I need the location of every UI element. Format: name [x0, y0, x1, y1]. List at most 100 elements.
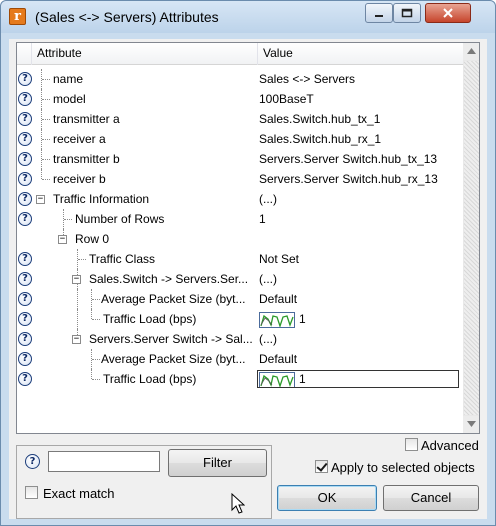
attribute-name: Traffic Load (bps)	[103, 372, 197, 386]
attribute-grid: Attribute Value ? name Sales <-> Servers…	[16, 42, 480, 434]
grid-header: Attribute Value	[17, 43, 463, 65]
scroll-down-button[interactable]	[463, 416, 479, 433]
collapse-icon[interactable]: −	[72, 335, 81, 344]
traffic-load-sparkline[interactable]	[259, 311, 295, 328]
attribute-value[interactable]: Servers.Server Switch.hub_tx_13	[259, 149, 463, 169]
mouse-cursor-icon	[231, 493, 245, 514]
attribute-value[interactable]: (...)	[259, 189, 463, 209]
attribute-value[interactable]: Default	[259, 289, 463, 309]
attribute-name: transmitter b	[53, 152, 120, 166]
attribute-row[interactable]: ? Traffic Load (bps) 1	[17, 369, 463, 389]
advanced-label[interactable]: Advanced	[421, 438, 479, 453]
arrow-up-icon	[467, 48, 476, 54]
arrow-down-icon	[467, 421, 476, 427]
attribute-name: Servers.Server Switch -> Sal...	[89, 332, 253, 346]
help-icon[interactable]: ?	[18, 372, 32, 386]
filter-input[interactable]	[48, 451, 160, 472]
close-button[interactable]	[425, 3, 471, 23]
filter-button[interactable]: Filter	[168, 449, 267, 477]
apply-to-selected-checkbox[interactable]	[315, 460, 328, 473]
attribute-name: receiver b	[53, 172, 106, 186]
help-icon[interactable]: ?	[25, 454, 40, 469]
title-bar[interactable]: r (Sales <-> Servers) Attributes	[1, 1, 495, 33]
attribute-name: Row 0	[75, 232, 110, 246]
attribute-row[interactable]: ? transmitter b Servers.Server Switch.hu…	[17, 149, 463, 169]
attribute-value[interactable]: (...)	[259, 329, 463, 349]
attribute-name: transmitter a	[53, 112, 120, 126]
help-icon[interactable]: ?	[18, 152, 32, 166]
help-icon[interactable]: ?	[18, 272, 32, 286]
scroll-up-button[interactable]	[463, 43, 479, 60]
attribute-value[interactable]: Sales <-> Servers	[259, 69, 463, 89]
vertical-scrollbar[interactable]	[463, 43, 479, 433]
help-icon[interactable]: ?	[18, 192, 32, 206]
attribute-row[interactable]: ? receiver b Servers.Server Switch.hub_r…	[17, 169, 463, 189]
help-icon[interactable]: ?	[18, 352, 32, 366]
exact-match-checkbox[interactable]	[25, 486, 38, 499]
minimize-button[interactable]	[365, 3, 393, 23]
help-icon[interactable]: ?	[18, 112, 32, 126]
maximize-icon	[401, 8, 413, 18]
help-icon[interactable]: ?	[18, 332, 32, 346]
attribute-name: Average Packet Size (byt...	[101, 352, 246, 366]
attribute-row[interactable]: ? transmitter a Sales.Switch.hub_tx_1	[17, 109, 463, 129]
exact-match-label[interactable]: Exact match	[43, 486, 115, 501]
help-icon[interactable]: ?	[18, 212, 32, 226]
attribute-row[interactable]: ? − Sales.Switch -> Servers.Ser... (...)	[17, 269, 463, 289]
attribute-name: name	[53, 72, 84, 86]
cancel-button[interactable]: Cancel	[383, 485, 479, 511]
attribute-value[interactable]: 100BaseT	[259, 89, 463, 109]
traffic-load-value: 1	[299, 372, 306, 386]
attribute-column-header[interactable]: Attribute	[31, 43, 258, 65]
attribute-value[interactable]: Default	[259, 349, 463, 369]
attribute-name: model	[53, 92, 86, 106]
attribute-row[interactable]: ? Number of Rows 1	[17, 209, 463, 229]
collapse-icon[interactable]: −	[58, 235, 67, 244]
attribute-value[interactable]: 1	[259, 309, 463, 329]
attribute-value-editor[interactable]: 1	[257, 370, 459, 388]
attribute-row[interactable]: − Row 0	[17, 229, 463, 249]
value-column-header[interactable]: Value	[258, 43, 463, 65]
help-icon[interactable]: ?	[18, 72, 32, 86]
scrollbar-track[interactable]	[464, 61, 479, 415]
collapse-icon[interactable]: −	[72, 275, 81, 284]
attribute-row[interactable]: ? Traffic Class Not Set	[17, 249, 463, 269]
collapse-icon[interactable]: −	[36, 195, 45, 204]
app-icon: r	[9, 8, 26, 25]
apply-to-selected-label[interactable]: Apply to selected objects	[331, 460, 475, 475]
attribute-name: Traffic Class	[89, 252, 156, 266]
help-icon[interactable]: ?	[18, 312, 32, 326]
attribute-name: Average Packet Size (byt...	[101, 292, 246, 306]
attribute-name: Traffic Load (bps)	[103, 312, 197, 326]
close-icon	[443, 8, 453, 18]
attribute-name: Sales.Switch -> Servers.Ser...	[89, 272, 249, 286]
advanced-checkbox[interactable]	[405, 438, 418, 451]
help-icon[interactable]: ?	[18, 92, 32, 106]
attribute-row[interactable]: ? Average Packet Size (byt... Default	[17, 289, 463, 309]
attribute-name: Number of Rows	[75, 212, 165, 226]
attribute-value[interactable]: (...)	[259, 269, 463, 289]
attribute-value[interactable]: Servers.Server Switch.hub_rx_13	[259, 169, 463, 189]
maximize-button[interactable]	[393, 3, 421, 23]
attribute-row[interactable]: ? Average Packet Size (byt... Default	[17, 349, 463, 369]
attribute-value[interactable]: Not Set	[259, 249, 463, 269]
help-icon[interactable]: ?	[18, 132, 32, 146]
traffic-load-value: 1	[299, 312, 306, 326]
attribute-row[interactable]: ? − Traffic Information (...)	[17, 189, 463, 209]
dialog-body: Attribute Value ? name Sales <-> Servers…	[9, 39, 487, 519]
traffic-load-sparkline[interactable]	[259, 371, 295, 387]
attribute-row[interactable]: ? − Servers.Server Switch -> Sal... (...…	[17, 329, 463, 349]
help-icon[interactable]: ?	[18, 172, 32, 186]
attribute-value[interactable]: Sales.Switch.hub_rx_1	[259, 129, 463, 149]
ok-button[interactable]: OK	[277, 485, 377, 511]
help-icon[interactable]: ?	[18, 252, 32, 266]
attribute-row[interactable]: ? model 100BaseT	[17, 89, 463, 109]
attribute-row[interactable]: ? name Sales <-> Servers	[17, 69, 463, 89]
attribute-row[interactable]: ? receiver a Sales.Switch.hub_rx_1	[17, 129, 463, 149]
attribute-name: Traffic Information	[53, 192, 150, 206]
attribute-row[interactable]: ? Traffic Load (bps) 1	[17, 309, 463, 329]
help-icon[interactable]: ?	[18, 292, 32, 306]
window-title: (Sales <-> Servers) Attributes	[35, 9, 219, 25]
attribute-value[interactable]: Sales.Switch.hub_tx_1	[259, 109, 463, 129]
attribute-value[interactable]: 1	[259, 209, 463, 229]
